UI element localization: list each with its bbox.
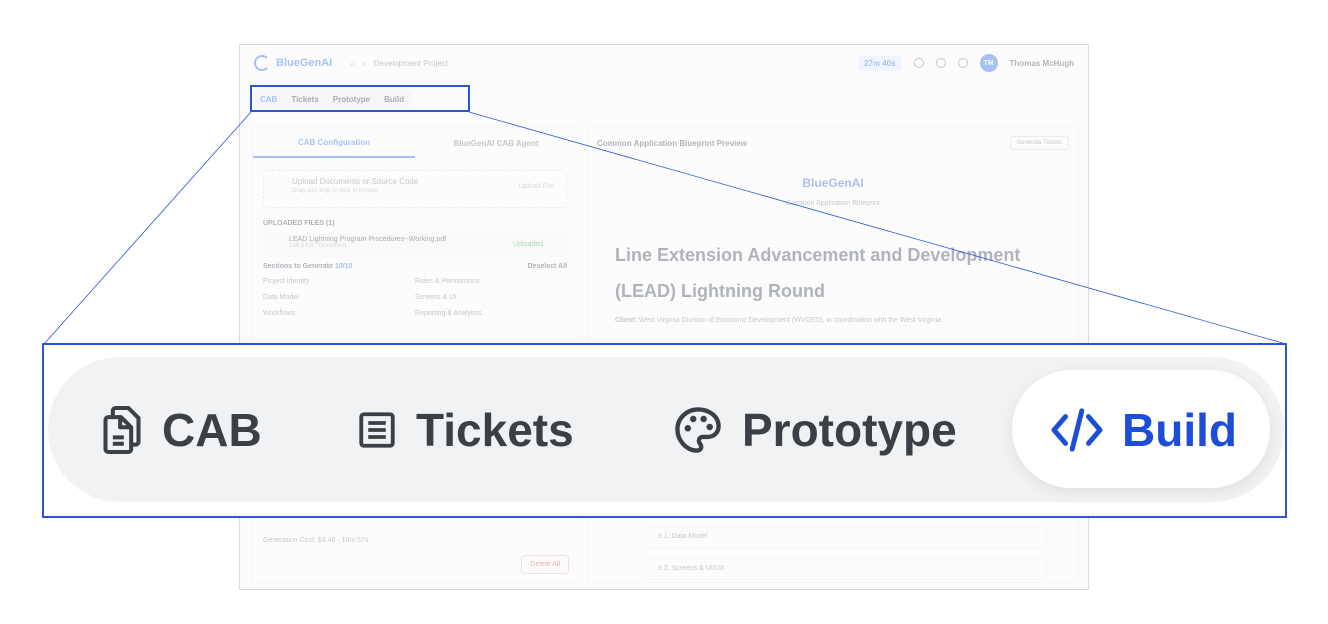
tab-build[interactable]: Build: [1050, 357, 1237, 502]
tab-prototype[interactable]: Prototype: [672, 357, 957, 502]
tab-tickets[interactable]: Tickets: [356, 357, 574, 502]
tab-prototype-label: Prototype: [742, 403, 957, 456]
zoomed-tab-bar: CAB Tickets Prototype Build: [42, 343, 1287, 518]
list-lines-icon: [359, 411, 395, 448]
tab-build-label: Build: [1122, 403, 1237, 456]
connector-line-left: [43, 111, 252, 345]
tab-tickets-label: Tickets: [416, 403, 574, 456]
palette-icon: [675, 406, 721, 453]
tab-cab-label: CAB: [162, 403, 262, 456]
zoom-connectors: [43, 111, 1287, 345]
code-icon: [1051, 407, 1103, 452]
connector-line-right: [468, 111, 1287, 345]
tab-cab[interactable]: CAB: [100, 357, 262, 502]
copy-document-icon: [103, 405, 141, 454]
